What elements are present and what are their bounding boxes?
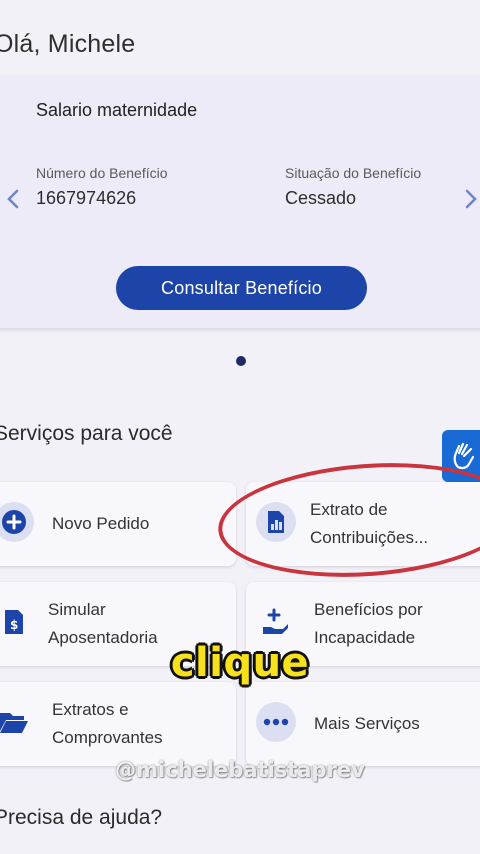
tile-label: Mais Serviços <box>314 714 420 733</box>
tile-label-line1: Benefícios por <box>314 600 423 619</box>
benefit-card: Salario maternidade Número do Benefício … <box>0 76 480 328</box>
benefit-status-label: Situação do Benefício <box>285 165 422 181</box>
folder-open-icon <box>0 702 34 742</box>
tile-label-line2: Comprovantes <box>52 728 163 747</box>
benefit-status-value: Cessado <box>285 188 357 208</box>
more-dots-icon <box>256 702 296 742</box>
tile-label-line1: Extratos e <box>52 700 129 719</box>
video-caption: clique <box>170 640 310 686</box>
services-section-title: Serviços para você <box>0 422 173 445</box>
help-section-title: Precisa de ajuda? <box>0 806 163 829</box>
chevron-right-icon <box>465 189 477 209</box>
benefit-number-value: 1667974626 <box>36 188 137 208</box>
service-tile-more-services[interactable]: Mais Serviços <box>246 682 480 766</box>
carousel-page-indicator <box>236 356 246 366</box>
benefit-title: Salario maternidade <box>36 100 198 120</box>
tile-label-line1: Simular <box>48 600 106 619</box>
hand-plus-icon <box>256 602 296 642</box>
service-tile-statements-receipts[interactable]: Extratos e Comprovantes <box>0 682 236 766</box>
chevron-left-icon <box>7 189 19 209</box>
consult-benefit-button[interactable]: Consultar Benefício <box>116 266 367 310</box>
greeting: Olá, Michele <box>0 30 136 58</box>
benefit-number-label: Número do Benefício <box>36 165 168 181</box>
svg-text:$: $ <box>10 618 18 632</box>
red-circle-annotation <box>214 453 480 587</box>
watermark-handle: @michelebatistaprev <box>115 758 365 782</box>
sign-language-icon <box>453 442 475 470</box>
calculator-document-icon: $ <box>0 602 34 642</box>
service-tile-new-request[interactable]: Novo Pedido <box>0 482 236 566</box>
carousel-next-button[interactable] <box>460 188 480 210</box>
carousel-prev-button[interactable] <box>2 188 24 210</box>
tile-label: Novo Pedido <box>52 514 150 533</box>
plus-circle-icon <box>0 502 34 542</box>
